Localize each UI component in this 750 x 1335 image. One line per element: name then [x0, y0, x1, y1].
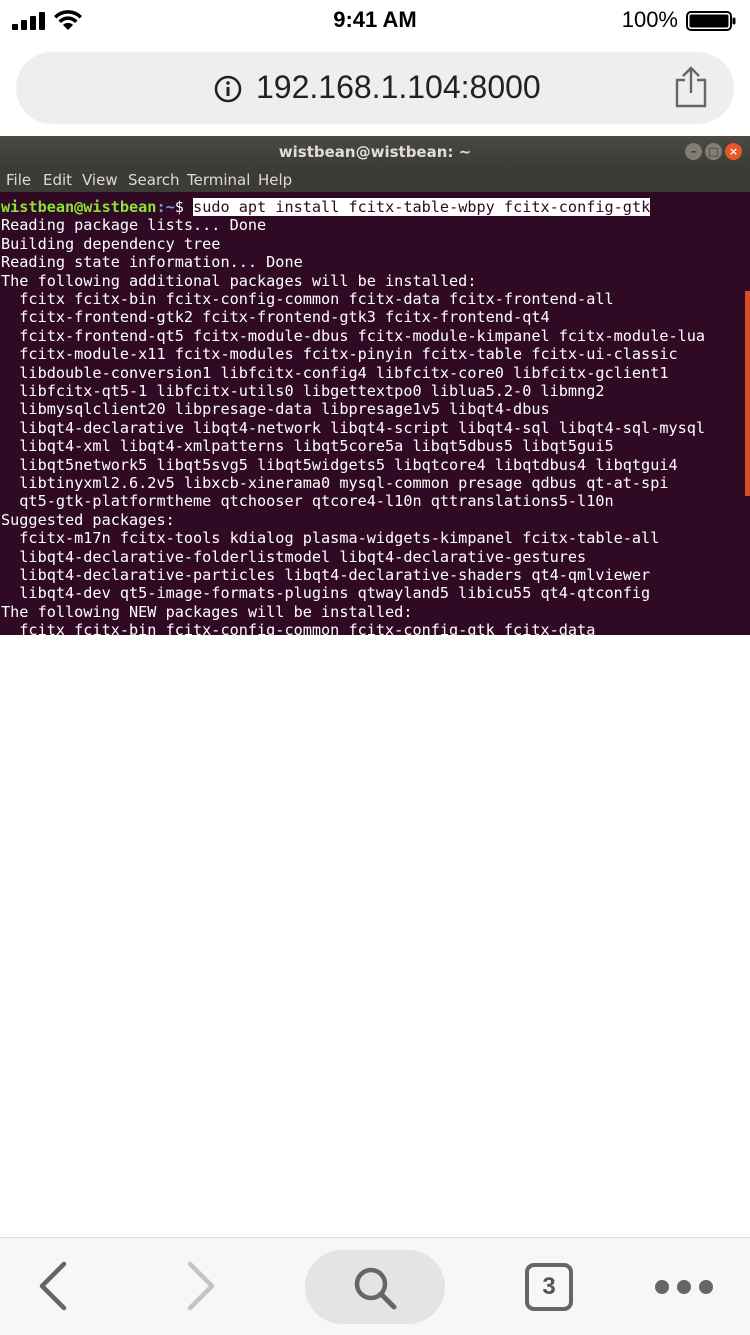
- tab-count: 3: [542, 1273, 556, 1300]
- terminal-title: wistbean@wistbean: ~: [278, 143, 472, 161]
- terminal-line: The following additional packages will b…: [1, 271, 477, 290]
- status-bar: 9:41 AM 100%: [0, 0, 750, 42]
- url-text[interactable]: 192.168.1.104:8000: [256, 69, 541, 106]
- terminal-line: libqt4-declarative-particles libqt4-decl…: [1, 566, 651, 584]
- menu-edit: Edit: [43, 171, 73, 189]
- prompt-path: :~: [156, 198, 175, 216]
- menu-help: Help: [258, 171, 293, 189]
- terminal-line: libdouble-conversion1 libfcitx-config4 l…: [1, 363, 669, 382]
- info-icon[interactable]: [214, 75, 242, 103]
- browser-toolbar: 3: [0, 1237, 750, 1335]
- terminal-line: libfcitx-qt5-1 libfcitx-utils0 libgettex…: [1, 382, 605, 400]
- back-icon[interactable]: [30, 1260, 74, 1312]
- prompt-line: wistbean@wistbean:~$ sudo apt install fc…: [1, 198, 651, 216]
- tabs-button[interactable]: 3: [524, 1262, 574, 1312]
- address-bar[interactable]: 192.168.1.104:8000: [16, 52, 734, 124]
- forward-icon[interactable]: [180, 1260, 224, 1312]
- terminal-line: The following NEW packages will be insta…: [1, 602, 413, 621]
- terminal-line: libqt4-declarative libqt4-network libqt4…: [1, 418, 706, 437]
- terminal-line: fcitx fcitx-bin fcitx-config-common fcit…: [1, 290, 614, 308]
- terminal-line: libqt4-dev qt5-image-formats-plugins qtw…: [1, 584, 651, 603]
- terminal-line: Reading state information... Done: [1, 253, 303, 272]
- battery-percent: 100%: [621, 7, 678, 32]
- terminal-line: fcitx-frontend-gtk2 fcitx-frontend-gtk3 …: [1, 308, 550, 327]
- terminal-line: fcitx-m17n fcitx-tools kdialog plasma-wi…: [1, 529, 660, 548]
- terminal-window: wistbean@wistbean: ~ – □ × File Edit Vie…: [0, 136, 750, 635]
- menu-view: View: [82, 171, 118, 189]
- close-icon: ×: [725, 143, 742, 160]
- maximize-icon: □: [705, 143, 722, 160]
- terminal-line: Suggested packages:: [1, 510, 175, 529]
- minimize-icon: –: [685, 143, 702, 160]
- window-controls: – □ ×: [685, 143, 745, 161]
- prompt-user: wistbean@wistbean: [1, 198, 157, 216]
- prompt-symbol: $: [174, 198, 194, 216]
- terminal-line: libqt4-xml libqt4-xmlpatterns libqt5core…: [1, 437, 614, 456]
- share-icon[interactable]: [674, 66, 708, 108]
- terminal-menubar: File Edit View Search Terminal Help: [0, 167, 750, 192]
- terminal-line: qt5-gtk-platformtheme qtchooser qtcore4-…: [1, 492, 614, 511]
- terminal-line: libmysqlclient20 libpresage-data libpres…: [1, 400, 550, 419]
- battery-icon: [686, 11, 736, 31]
- more-icon[interactable]: [652, 1276, 716, 1298]
- command-text: sudo apt install fcitx-table-wbpy fcitx-…: [193, 198, 651, 216]
- terminal-line: Reading package lists... Done: [1, 216, 267, 235]
- terminal-line: libqt5network5 libqt5svg5 libqt5widgets5…: [1, 455, 678, 474]
- search-button[interactable]: [305, 1250, 445, 1324]
- terminal-line: fcitx-frontend-qt5 fcitx-module-dbus fci…: [1, 326, 706, 345]
- terminal-line: libtinyxml2.6.2v5 libxcb-xinerama0 mysql…: [1, 474, 669, 492]
- terminal-line: Building dependency tree: [1, 234, 221, 253]
- menu-file: File: [6, 171, 32, 189]
- terminal-line: fcitx-module-x11 fcitx-modules fcitx-pin…: [1, 345, 678, 364]
- terminal-titlebar: wistbean@wistbean: ~ – □ ×: [0, 136, 750, 167]
- terminal-scrollbar: [745, 291, 750, 496]
- search-icon: [354, 1267, 397, 1310]
- menu-terminal: Terminal: [187, 171, 251, 189]
- terminal-line: fcitx fcitx-bin fcitx-config-common fcit…: [1, 621, 596, 635]
- menu-search: Search: [128, 171, 180, 189]
- terminal-line: libqt4-declarative-folderlistmodel libqt…: [1, 547, 587, 566]
